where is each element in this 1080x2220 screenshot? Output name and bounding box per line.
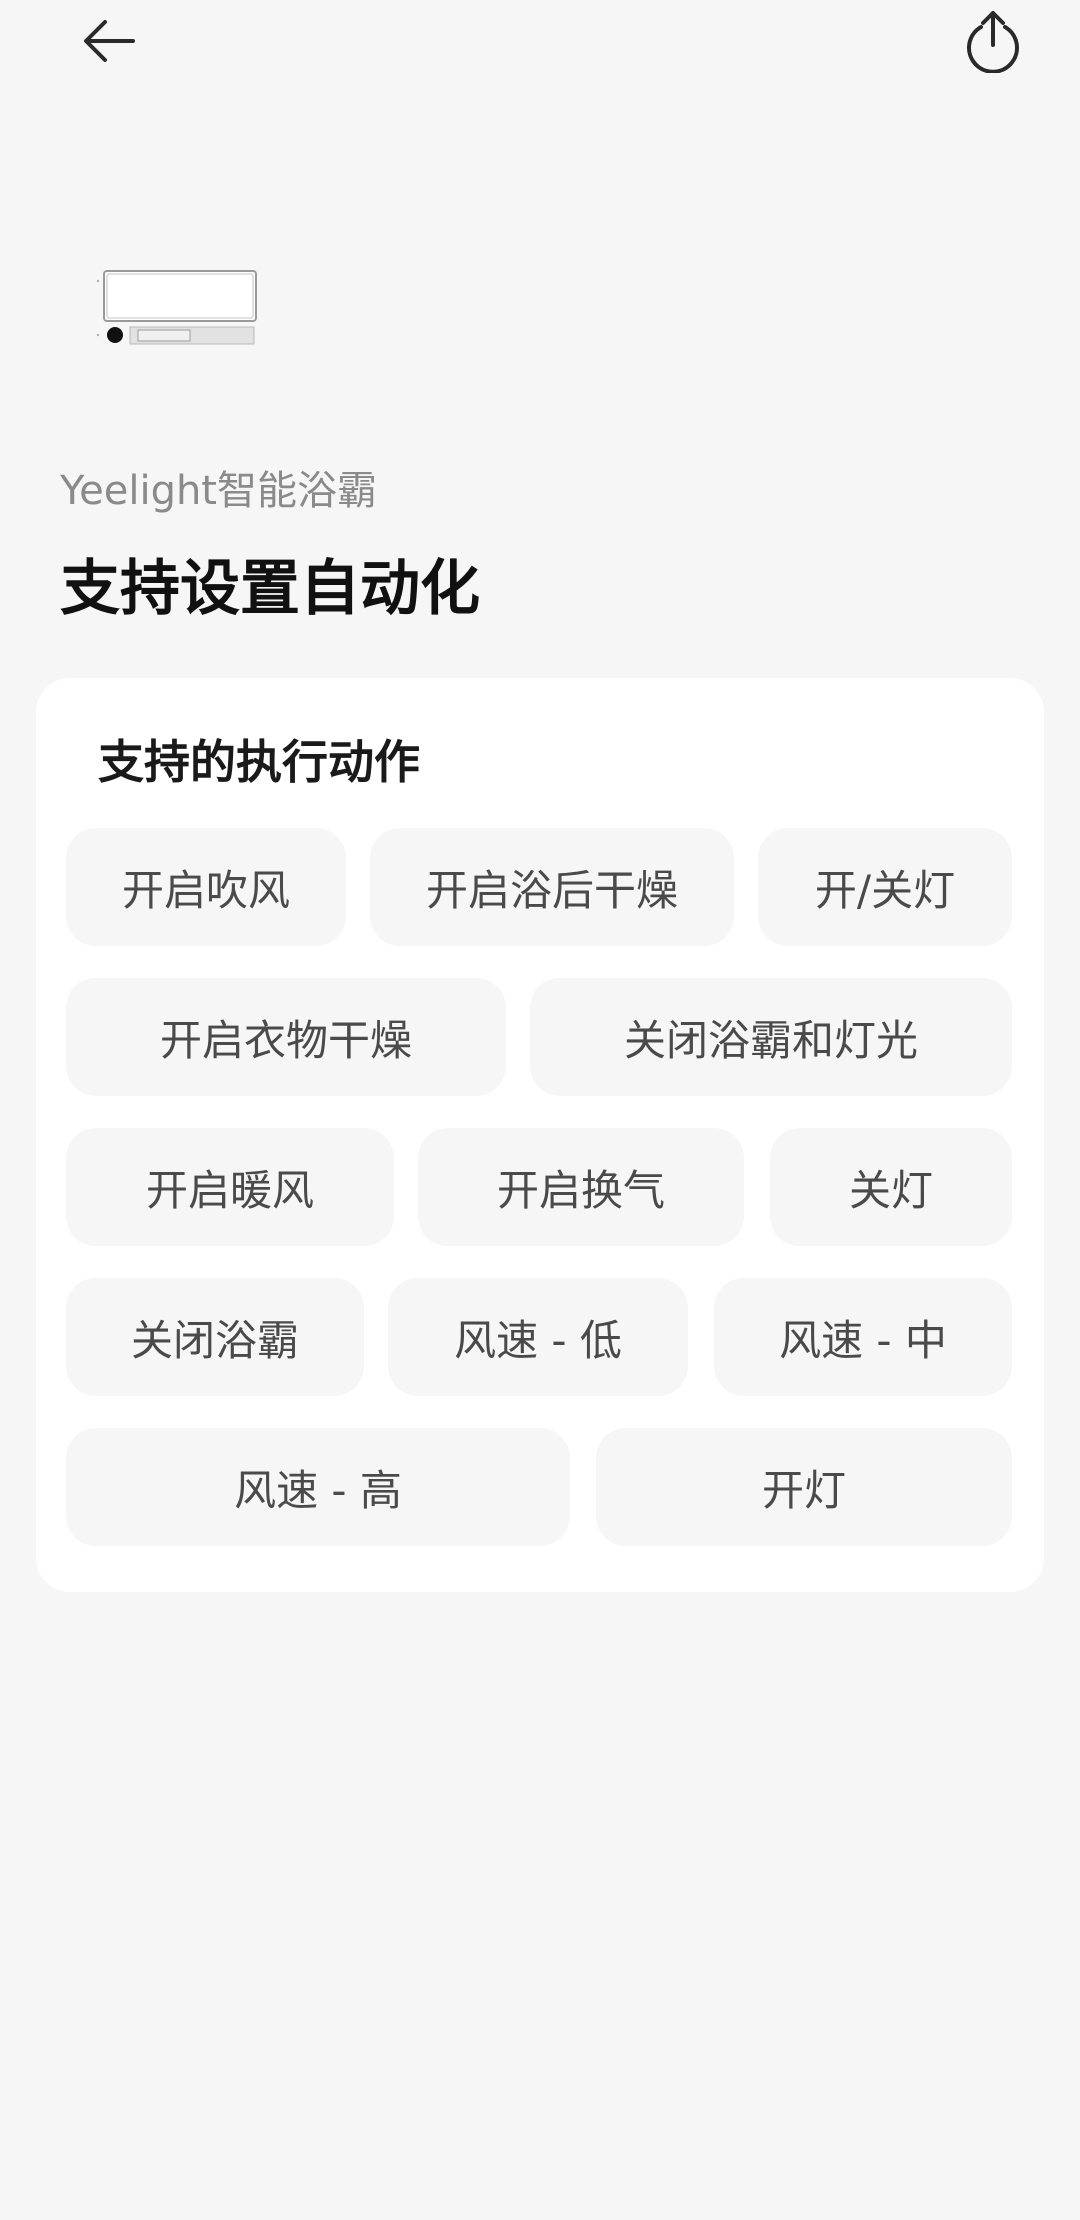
action-chip-speed-mid[interactable]: 风速 - 中 xyxy=(714,1278,1012,1396)
device-name: Yeelight智能浴霸 xyxy=(60,468,377,514)
action-chip-speed-low[interactable]: 风速 - 低 xyxy=(388,1278,688,1396)
actions-section-title: 支持的执行动作 xyxy=(98,735,420,789)
action-chip-light-off[interactable]: 关灯 xyxy=(770,1128,1012,1246)
arrow-left-icon xyxy=(84,20,135,62)
device-image xyxy=(96,265,260,351)
action-chip-clothes-dry[interactable]: 开启衣物干燥 xyxy=(66,978,506,1096)
action-chip-ventilate[interactable]: 开启换气 xyxy=(418,1128,744,1246)
action-chip-light-on[interactable]: 开灯 xyxy=(596,1428,1012,1546)
action-chip-speed-high[interactable]: 风速 - 高 xyxy=(66,1428,570,1546)
top-bar xyxy=(0,0,1080,90)
actions-card: 支持的执行动作 开启吹风 开启浴后干燥 开/关灯 开启衣物干燥 关闭浴霸和灯光 … xyxy=(36,678,1044,1592)
action-chip-blow[interactable]: 开启吹风 xyxy=(66,828,346,946)
bath-heater-device-icon xyxy=(96,270,257,345)
share-upload-icon xyxy=(967,11,1019,73)
back-button[interactable] xyxy=(64,0,154,86)
action-chip-after-bath-dry[interactable]: 开启浴后干燥 xyxy=(370,828,734,946)
action-chip-toggle-light[interactable]: 开/关灯 xyxy=(758,828,1012,946)
action-chip-warm-air[interactable]: 开启暖风 xyxy=(66,1128,394,1246)
action-chip-off-all[interactable]: 关闭浴霸和灯光 xyxy=(530,978,1012,1096)
action-chip-heater-off[interactable]: 关闭浴霸 xyxy=(66,1278,364,1396)
share-button[interactable] xyxy=(948,0,1038,86)
page-title: 支持设置自动化 xyxy=(60,554,480,624)
